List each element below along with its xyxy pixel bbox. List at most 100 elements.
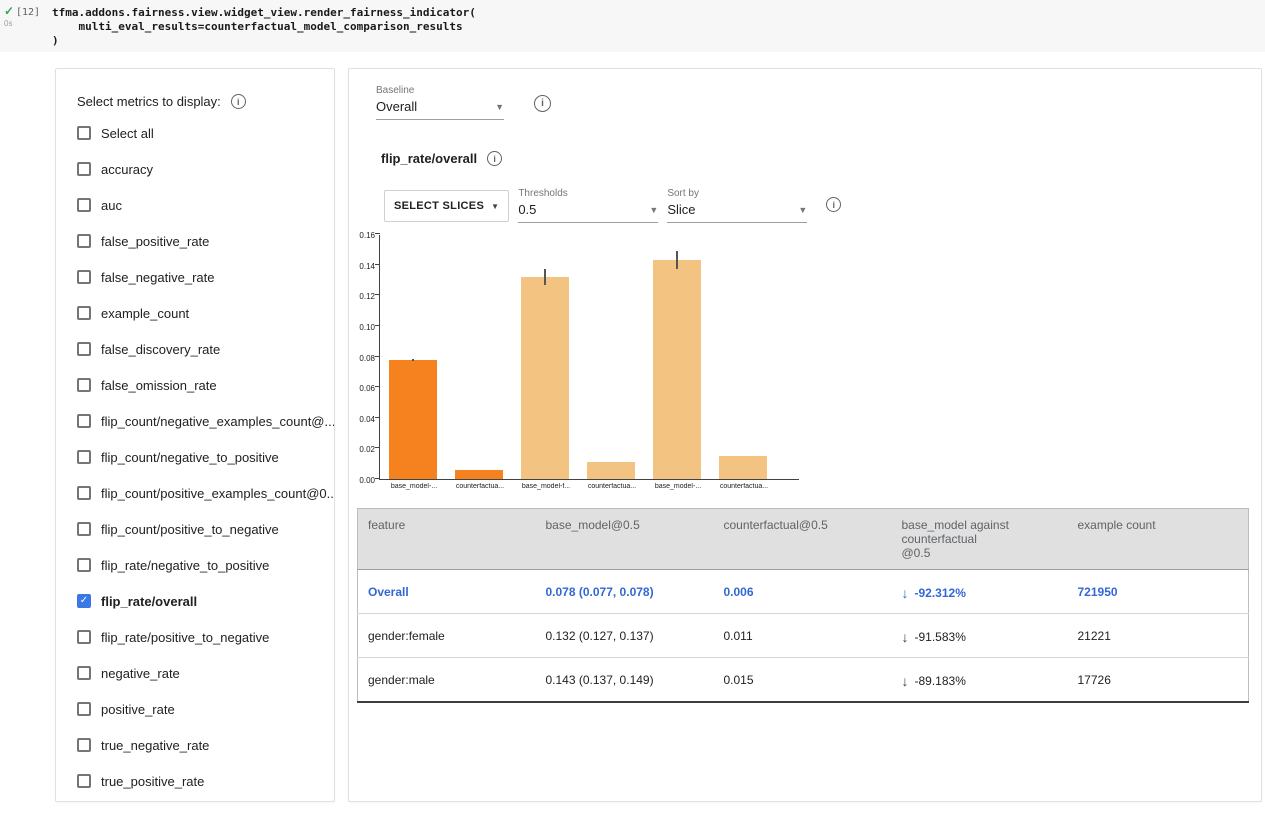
metric-item-flip-count-positive-to-negative[interactable]: flip_count/positive_to_negative (56, 511, 334, 547)
metric-label: flip_rate/negative_to_positive (101, 558, 269, 573)
chart-bar-counterfactua-[interactable] (719, 456, 767, 479)
metric-item-flip-count-negative-examples-count-[interactable]: flip_count/negative_examples_count@... (56, 403, 334, 439)
y-tick-mark (375, 233, 380, 234)
column-header[interactable]: example count (1068, 509, 1249, 570)
table-row-gender-male[interactable]: gender:male0.143 (0.137, 0.149)0.015↓-89… (358, 658, 1249, 703)
fairness-results-panel: Baseline Overall ▼ i flip_rate/overall i… (348, 68, 1262, 802)
select-slices-label: SELECT SLICES (394, 200, 484, 212)
metric-label: flip_count/negative_to_positive (101, 450, 279, 465)
checkbox-unchecked-icon[interactable] (77, 666, 91, 680)
info-icon[interactable]: i (826, 197, 841, 212)
column-header[interactable]: counterfactual@0.5 (714, 509, 892, 570)
info-icon[interactable]: i (534, 95, 551, 112)
y-axis: 0.000.020.040.060.080.100.120.140.16 (351, 235, 379, 480)
table-row-gender-female[interactable]: gender:female0.132 (0.127, 0.137)0.011↓-… (358, 614, 1249, 658)
checkbox-unchecked-icon[interactable] (77, 774, 91, 788)
y-tick-label: 0.02 (359, 445, 375, 454)
y-tick-mark (375, 478, 380, 479)
checkbox-unchecked-icon[interactable] (77, 234, 91, 248)
cell-delta: ↓-91.583% (892, 614, 1068, 658)
code-line: tfma.addons.fairness.view.widget_view.re… (52, 6, 476, 20)
checkbox-unchecked-icon[interactable] (77, 414, 91, 428)
code-cell[interactable]: ✓ 0s [12] tfma.addons.fairness.view.widg… (0, 0, 1265, 52)
chart-bar-base-model-[interactable] (653, 260, 701, 479)
chevron-down-icon: ▼ (649, 205, 658, 215)
metric-item-auc[interactable]: auc (56, 187, 334, 223)
metric-item-example-count[interactable]: example_count (56, 295, 334, 331)
metric-item-false-omission-rate[interactable]: false_omission_rate (56, 367, 334, 403)
down-arrow-icon: ↓ (902, 629, 909, 645)
table-row-overall[interactable]: Overall0.078 (0.077, 0.078)0.006↓-92.312… (358, 570, 1249, 614)
checkbox-unchecked-icon[interactable] (77, 630, 91, 644)
select-slices-button[interactable]: SELECT SLICES ▼ (384, 190, 509, 222)
checkbox-unchecked-icon[interactable] (77, 558, 91, 572)
checkbox-unchecked-icon[interactable] (77, 522, 91, 536)
checkbox-unchecked-icon[interactable] (77, 162, 91, 176)
metric-item-select-all[interactable]: Select all (56, 115, 334, 151)
chart-bar-counterfactua-[interactable] (455, 470, 503, 479)
execution-count: [12] (16, 7, 40, 18)
checkbox-unchecked-icon[interactable] (77, 270, 91, 284)
checkbox-unchecked-icon[interactable] (77, 126, 91, 140)
y-tick-label: 0.06 (359, 384, 375, 393)
info-icon[interactable]: i (231, 94, 246, 109)
cell-base-model: 0.132 (0.127, 0.137) (536, 614, 714, 658)
metric-label: flip_rate/overall (101, 594, 197, 609)
y-tick-mark (375, 325, 380, 326)
info-icon[interactable]: i (487, 151, 502, 166)
plot-area (379, 235, 799, 480)
table-header-row: featurebase_model@0.5counterfactual@0.5b… (358, 509, 1249, 570)
cell-delta: ↓-92.312% (892, 570, 1068, 614)
chart-bar-counterfactua-[interactable] (587, 462, 635, 479)
chart-bar-base-model-f-[interactable] (521, 277, 569, 479)
y-tick-mark (375, 264, 380, 265)
metric-item-true-negative-rate[interactable]: true_negative_rate (56, 727, 334, 763)
metric-label: accuracy (101, 162, 153, 177)
checkbox-unchecked-icon[interactable] (77, 702, 91, 716)
y-tick-label: 0.08 (359, 354, 375, 363)
checkbox-unchecked-icon[interactable] (77, 486, 91, 500)
checkbox-checked-icon[interactable]: ✓ (77, 594, 91, 608)
code-line: multi_eval_results=counterfactual_model_… (52, 20, 476, 34)
metric-item-flip-count-positive-examples-count-0-[interactable]: flip_count/positive_examples_count@0... (56, 475, 334, 511)
thresholds-dropdown[interactable]: Thresholds 0.5 ▼ (518, 188, 658, 223)
sort-by-dropdown[interactable]: Sort by Slice ▼ (667, 188, 807, 223)
metrics-panel: Select metrics to display: i Select alla… (55, 68, 335, 802)
metric-section-title: flip_rate/overall (381, 151, 477, 166)
baseline-value: Overall (376, 99, 417, 114)
x-tick-label: base_model-f... (513, 483, 579, 490)
metric-item-false-negative-rate[interactable]: false_negative_rate (56, 259, 334, 295)
metric-item-flip-rate-overall[interactable]: ✓ flip_rate/overall (56, 583, 334, 619)
column-header[interactable]: base_model@0.5 (536, 509, 714, 570)
metric-item-accuracy[interactable]: accuracy (56, 151, 334, 187)
cell-base-model: 0.078 (0.077, 0.078) (536, 570, 714, 614)
metric-item-false-positive-rate[interactable]: false_positive_rate (56, 223, 334, 259)
metric-item-false-discovery-rate[interactable]: false_discovery_rate (56, 331, 334, 367)
down-arrow-icon: ↓ (902, 585, 909, 601)
checkbox-unchecked-icon[interactable] (77, 306, 91, 320)
checkbox-unchecked-icon[interactable] (77, 198, 91, 212)
metric-item-negative-rate[interactable]: negative_rate (56, 655, 334, 691)
chart-bar-base-model-[interactable] (389, 360, 437, 479)
metric-item-positive-rate[interactable]: positive_rate (56, 691, 334, 727)
baseline-dropdown[interactable]: Baseline Overall ▼ (376, 85, 504, 120)
checkbox-unchecked-icon[interactable] (77, 738, 91, 752)
metric-item-flip-rate-positive-to-negative[interactable]: flip_rate/positive_to_negative (56, 619, 334, 655)
checkbox-unchecked-icon[interactable] (77, 450, 91, 464)
column-header[interactable]: base_model against counterfactual @0.5 (892, 509, 1068, 570)
checkbox-unchecked-icon[interactable] (77, 342, 91, 356)
cell-example-count: 721950 (1068, 570, 1249, 614)
metric-item-true-positive-rate[interactable]: true_positive_rate (56, 763, 334, 799)
dropdown-caret-icon: ▼ (491, 202, 499, 211)
metric-item-flip-rate-negative-to-positive[interactable]: flip_rate/negative_to_positive (56, 547, 334, 583)
results-table: featurebase_model@0.5counterfactual@0.5b… (357, 508, 1249, 703)
x-tick-label: counterfactua... (447, 483, 513, 490)
y-tick-label: 0.14 (359, 262, 375, 271)
column-header[interactable]: feature (358, 509, 536, 570)
x-tick-label: base_model-... (645, 483, 711, 490)
y-tick-label: 0.16 (359, 231, 375, 240)
metric-item-flip-count-negative-to-positive[interactable]: flip_count/negative_to_positive (56, 439, 334, 475)
code-text[interactable]: tfma.addons.fairness.view.widget_view.re… (52, 6, 476, 48)
cell-delta: ↓-89.183% (892, 658, 1068, 703)
checkbox-unchecked-icon[interactable] (77, 378, 91, 392)
